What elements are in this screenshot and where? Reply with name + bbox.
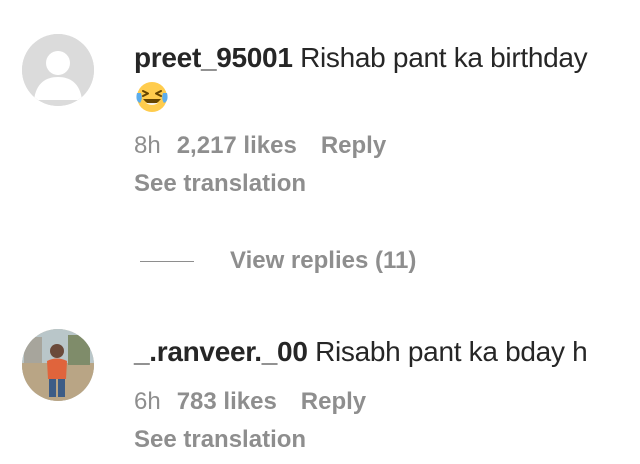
comment-body: _.ranveer._00 Risabh pant ka bday h 6h 78…: [134, 332, 636, 456]
comment-text: preet_95001 Rishab pant ka birthday: [134, 38, 636, 118]
view-replies-label: View replies (11): [230, 247, 417, 274]
reply-button[interactable]: Reply: [321, 132, 386, 159]
view-replies-button[interactable]: View replies (11): [140, 245, 416, 277]
divider-line: [140, 260, 194, 262]
default-avatar-icon[interactable]: [22, 34, 94, 106]
like-count[interactable]: 783 likes: [177, 388, 277, 415]
reply-button[interactable]: Reply: [301, 388, 366, 415]
comment-body: preet_95001 Rishab pant ka birthday 8h 2,…: [134, 38, 636, 200]
see-translation-link[interactable]: See translation: [134, 168, 636, 200]
comment-message: Rishab pant ka birthday: [292, 42, 588, 73]
comment-text: _.ranveer._00 Risabh pant ka bday h: [134, 332, 636, 372]
comment-message: Risabh pant ka bday h: [307, 336, 588, 367]
like-count[interactable]: 2,217 likes: [177, 132, 297, 159]
comment-time: 6h: [134, 388, 161, 415]
comment-username[interactable]: preet_95001: [134, 42, 293, 73]
comment-username[interactable]: _.ranveer._00: [134, 336, 308, 367]
comment-meta: 8h 2,217 likes Reply: [134, 130, 636, 162]
see-translation-link[interactable]: See translation: [134, 424, 636, 456]
laughing-crying-emoji-icon: [134, 79, 170, 115]
comment-time: 8h: [134, 132, 161, 159]
comment-meta: 6h 783 likes Reply: [134, 386, 636, 418]
avatar[interactable]: [22, 329, 94, 401]
